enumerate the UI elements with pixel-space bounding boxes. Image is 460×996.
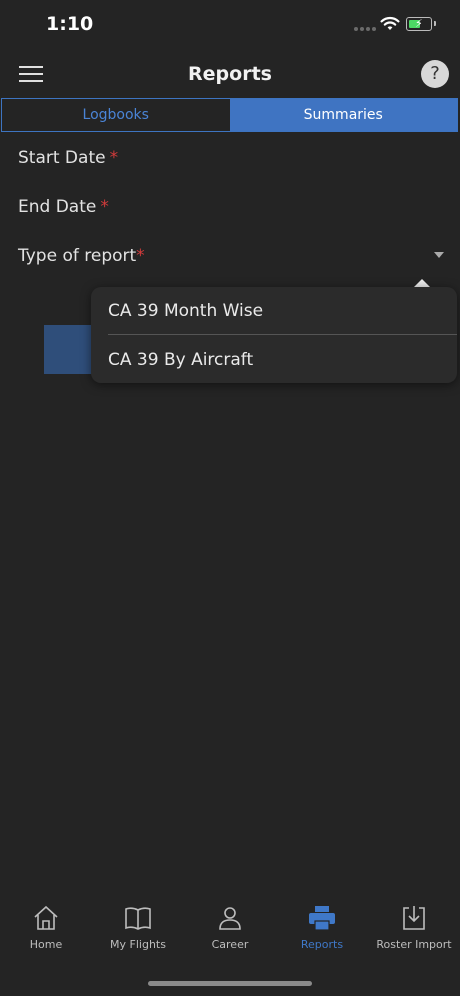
nav-my-flights[interactable]: My Flights bbox=[92, 904, 184, 951]
download-icon bbox=[403, 906, 425, 930]
home-indicator[interactable] bbox=[148, 981, 312, 986]
divider bbox=[108, 334, 457, 335]
option-month-wise[interactable]: CA 39 Month Wise bbox=[108, 301, 263, 321]
status-time: 1:10 bbox=[46, 13, 94, 35]
option-by-aircraft[interactable]: CA 39 By Aircraft bbox=[108, 350, 253, 370]
tab-logbooks[interactable]: Logbooks bbox=[2, 99, 230, 131]
dropdown-arrow-icon[interactable] bbox=[434, 252, 444, 258]
page-title: Reports bbox=[188, 63, 272, 85]
home-icon bbox=[34, 905, 58, 930]
signal-icon bbox=[354, 27, 376, 31]
book-icon bbox=[125, 907, 151, 930]
nav-roster-import-label: Roster Import bbox=[376, 938, 452, 951]
battery-icon: ⚡ bbox=[406, 17, 436, 31]
person-icon bbox=[219, 907, 241, 930]
wifi-icon bbox=[380, 16, 400, 30]
printer-icon bbox=[309, 906, 335, 931]
nav-career[interactable]: Career bbox=[184, 904, 276, 951]
nav-career-label: Career bbox=[211, 938, 249, 951]
start-date-label: Start Date bbox=[18, 148, 106, 168]
nav-my-flights-label: My Flights bbox=[110, 938, 166, 951]
required-mark: * bbox=[100, 197, 109, 217]
report-type-field[interactable]: Type of report* bbox=[18, 246, 145, 266]
nav-home-label: Home bbox=[29, 938, 63, 951]
nav-roster-import[interactable]: Roster Import bbox=[368, 904, 460, 951]
required-mark: * bbox=[136, 246, 145, 266]
help-button[interactable]: ? bbox=[421, 60, 449, 88]
tab-summaries[interactable]: Summaries bbox=[229, 99, 457, 131]
app-header: Reports ? bbox=[0, 52, 460, 96]
report-type-label: Type of report bbox=[18, 246, 137, 266]
report-tabs: Logbooks Summaries bbox=[1, 98, 458, 132]
report-type-dropdown: CA 39 Month Wise CA 39 By Aircraft bbox=[91, 287, 457, 383]
status-bar: 1:10 ⚡ bbox=[0, 0, 460, 50]
nav-reports[interactable]: Reports bbox=[276, 904, 368, 951]
start-date-field[interactable]: Start Date * bbox=[18, 148, 118, 168]
required-mark: * bbox=[109, 148, 119, 168]
end-date-field[interactable]: End Date * bbox=[18, 197, 109, 217]
bottom-tab-bar: Home My Flights Career Reports Roster Im… bbox=[0, 904, 460, 964]
end-date-label: End Date bbox=[18, 197, 97, 217]
nav-home[interactable]: Home bbox=[0, 904, 92, 951]
nav-reports-label: Reports bbox=[300, 938, 344, 951]
